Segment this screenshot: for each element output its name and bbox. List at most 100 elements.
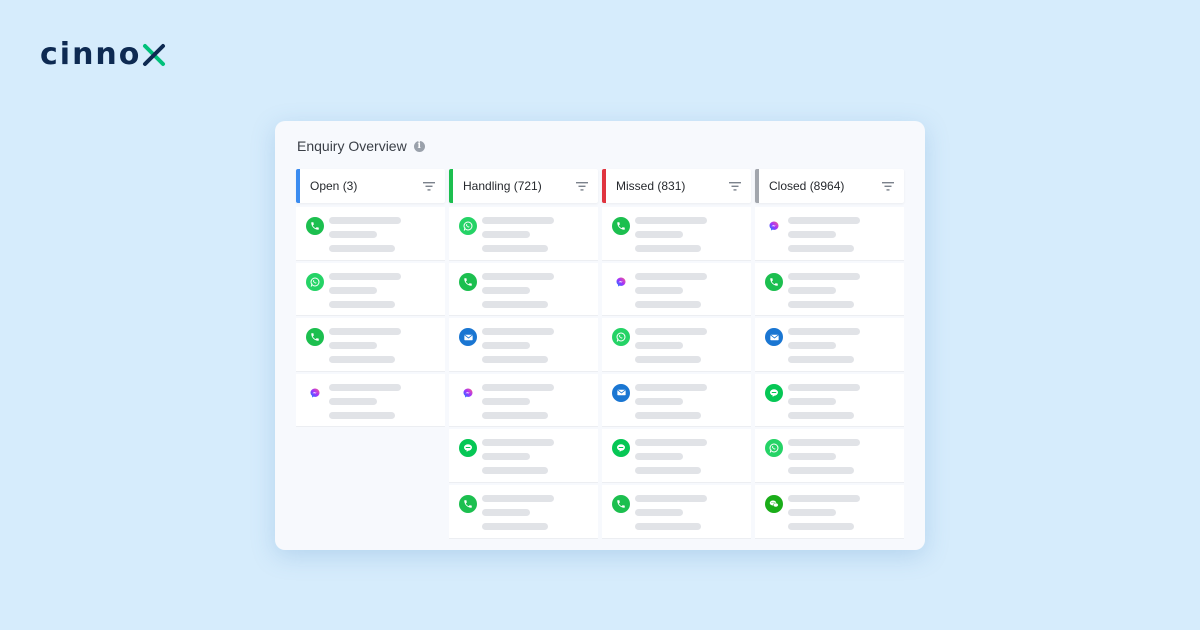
enquiry-card[interactable]: [755, 318, 904, 372]
placeholder-line: [635, 508, 683, 516]
placeholder-line: [482, 383, 554, 391]
whatsapp-icon: [612, 328, 630, 347]
placeholder-line: [635, 453, 683, 461]
line-icon: [612, 439, 630, 458]
placeholder-line: [329, 286, 377, 294]
placeholder-line: [635, 245, 701, 252]
placeholder-line: [329, 245, 395, 252]
whatsapp-icon: [459, 217, 477, 235]
placeholder-line: [482, 342, 530, 350]
messenger-icon: [459, 383, 477, 402]
phone-icon: [306, 328, 324, 347]
phone-icon: [459, 494, 477, 513]
enquiry-card[interactable]: [449, 373, 598, 428]
info-icon[interactable]: i: [413, 140, 425, 152]
placeholder-line: [482, 467, 548, 475]
placeholder-line: [329, 356, 395, 364]
column-closed: Closed (8964): [755, 169, 904, 539]
placeholder-line: [329, 231, 377, 238]
line-icon: [765, 383, 783, 402]
filter-icon[interactable]: [729, 181, 741, 191]
enquiry-card[interactable]: [296, 262, 445, 317]
enquiry-card[interactable]: [755, 262, 904, 317]
placeholder-line: [482, 356, 548, 364]
placeholder-line: [329, 217, 401, 224]
enquiry-card[interactable]: [296, 318, 445, 372]
enquiry-card[interactable]: [755, 429, 904, 483]
column-header: Open (3): [296, 169, 445, 203]
placeholder-line: [482, 453, 530, 461]
phone-icon: [612, 494, 630, 513]
placeholder-line: [329, 397, 377, 405]
placeholder-line: [635, 494, 707, 502]
placeholder-line: [788, 231, 836, 238]
placeholder-line: [788, 508, 836, 516]
placeholder-line: [788, 494, 860, 502]
placeholder-line: [788, 342, 836, 350]
whatsapp-icon: [306, 272, 324, 291]
email-icon: [612, 383, 630, 402]
enquiry-card[interactable]: [755, 484, 904, 539]
placeholder-line: [635, 383, 707, 391]
placeholder-line: [482, 328, 554, 336]
column-title: Handling (721): [463, 179, 542, 193]
placeholder-line: [482, 494, 554, 502]
enquiry-card[interactable]: [602, 207, 751, 261]
placeholder-line: [788, 411, 854, 419]
placeholder-line: [329, 383, 401, 391]
placeholder-line: [482, 245, 548, 252]
enquiry-card[interactable]: [296, 373, 445, 428]
messenger-icon: [612, 272, 630, 291]
placeholder-line: [482, 286, 530, 294]
cinnox-logo: cinno: [40, 40, 166, 70]
wechat-icon: [765, 494, 783, 513]
enquiry-card[interactable]: [296, 207, 445, 261]
filter-icon[interactable]: [882, 181, 894, 191]
enquiry-card[interactable]: [602, 373, 751, 428]
phone-icon: [765, 272, 783, 291]
placeholder-line: [788, 356, 854, 364]
enquiry-card[interactable]: [602, 262, 751, 317]
placeholder-line: [635, 342, 683, 350]
filter-icon[interactable]: [576, 181, 588, 191]
filter-icon[interactable]: [423, 181, 435, 191]
panel-header: Enquiry Overview i: [297, 138, 425, 154]
enquiry-card[interactable]: [449, 429, 598, 483]
placeholder-line: [788, 245, 854, 252]
phone-icon: [459, 272, 477, 291]
placeholder-line: [482, 522, 548, 530]
enquiry-card[interactable]: [449, 207, 598, 261]
enquiry-card[interactable]: [755, 207, 904, 261]
placeholder-line: [635, 467, 701, 475]
placeholder-line: [788, 397, 836, 405]
placeholder-line: [482, 439, 554, 447]
column-open: Open (3): [296, 169, 445, 539]
column-title: Closed (8964): [769, 179, 845, 193]
enquiry-card[interactable]: [449, 262, 598, 317]
logo-x-mark: [143, 44, 166, 66]
enquiry-card[interactable]: [602, 484, 751, 539]
placeholder-line: [635, 522, 701, 530]
column-header: Handling (721): [449, 169, 598, 203]
enquiry-card[interactable]: [449, 484, 598, 539]
placeholder-line: [329, 300, 395, 308]
column-handling: Handling (721): [449, 169, 598, 539]
placeholder-line: [788, 272, 860, 280]
enquiry-card[interactable]: [755, 373, 904, 428]
whatsapp-icon: [765, 439, 783, 458]
placeholder-line: [635, 439, 707, 447]
enquiry-overview-panel: Enquiry Overview i Open (3) Handling (721…: [275, 121, 925, 550]
enquiry-card[interactable]: [602, 429, 751, 483]
placeholder-line: [788, 439, 860, 447]
logo-text: cinno: [40, 37, 142, 72]
enquiry-card[interactable]: [602, 318, 751, 372]
placeholder-line: [788, 453, 836, 461]
placeholder-line: [635, 217, 707, 224]
placeholder-line: [482, 397, 530, 405]
phone-icon: [306, 217, 324, 235]
placeholder-line: [788, 522, 854, 530]
placeholder-line: [482, 300, 548, 308]
enquiry-card[interactable]: [449, 318, 598, 372]
column-header: Missed (831): [602, 169, 751, 203]
placeholder-line: [482, 508, 530, 516]
